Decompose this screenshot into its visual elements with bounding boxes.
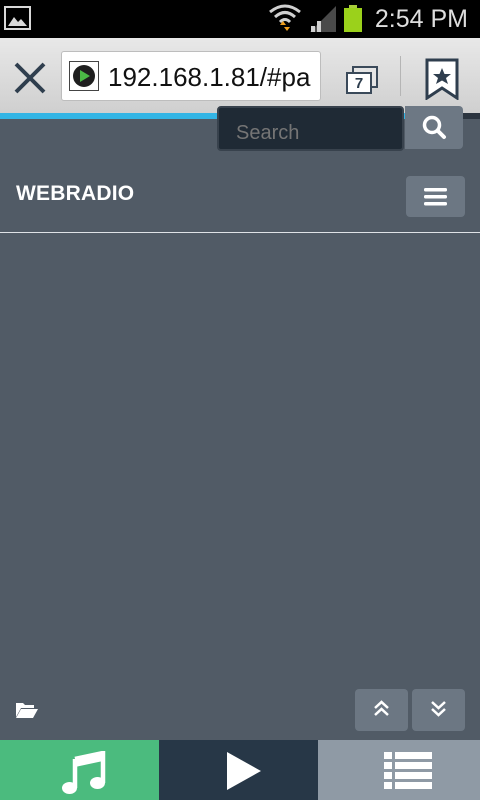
wifi-icon bbox=[269, 4, 301, 31]
url-field[interactable]: 192.168.1.81/#pa bbox=[61, 51, 321, 101]
folder-open-icon[interactable] bbox=[15, 700, 39, 720]
toolbar-divider bbox=[400, 56, 401, 96]
signal-icon bbox=[310, 6, 336, 32]
bottom-nav bbox=[0, 740, 480, 800]
search-button[interactable] bbox=[405, 106, 463, 149]
tabs-button[interactable]: 7 bbox=[340, 62, 380, 98]
browser-toolbar: 192.168.1.81/#pa 7 bbox=[0, 38, 480, 114]
tab-player[interactable] bbox=[159, 740, 318, 800]
close-icon[interactable] bbox=[10, 58, 50, 98]
chevron-double-up-icon bbox=[374, 700, 389, 716]
status-bar: 2:54 PM bbox=[0, 0, 480, 38]
search-input[interactable] bbox=[217, 106, 404, 151]
list-icon bbox=[384, 752, 432, 789]
gallery-icon bbox=[4, 6, 31, 30]
site-play-icon bbox=[69, 61, 99, 91]
play-icon bbox=[227, 752, 261, 790]
tab-music[interactable] bbox=[0, 740, 159, 800]
music-note-icon bbox=[62, 751, 106, 794]
chevron-double-down-icon bbox=[431, 701, 446, 717]
header-divider bbox=[0, 232, 480, 233]
tab-count: 7 bbox=[346, 72, 372, 94]
page-title: WEBRADIO bbox=[16, 182, 135, 205]
tab-playlist[interactable] bbox=[318, 740, 480, 800]
battery-icon bbox=[344, 5, 362, 32]
menu-button[interactable] bbox=[406, 176, 465, 217]
bookmark-icon[interactable] bbox=[425, 58, 459, 100]
search-icon bbox=[422, 115, 446, 139]
hamburger-menu-icon bbox=[424, 188, 447, 206]
scroll-down-button[interactable] bbox=[412, 689, 465, 731]
screen: 2:54 PM 192.168.1.81/#pa 7 Search WEBRAD… bbox=[0, 0, 480, 800]
scroll-up-button[interactable] bbox=[355, 689, 408, 731]
url-text: 192.168.1.81/#pa bbox=[108, 62, 311, 92]
status-time: 2:54 PM bbox=[374, 5, 468, 33]
